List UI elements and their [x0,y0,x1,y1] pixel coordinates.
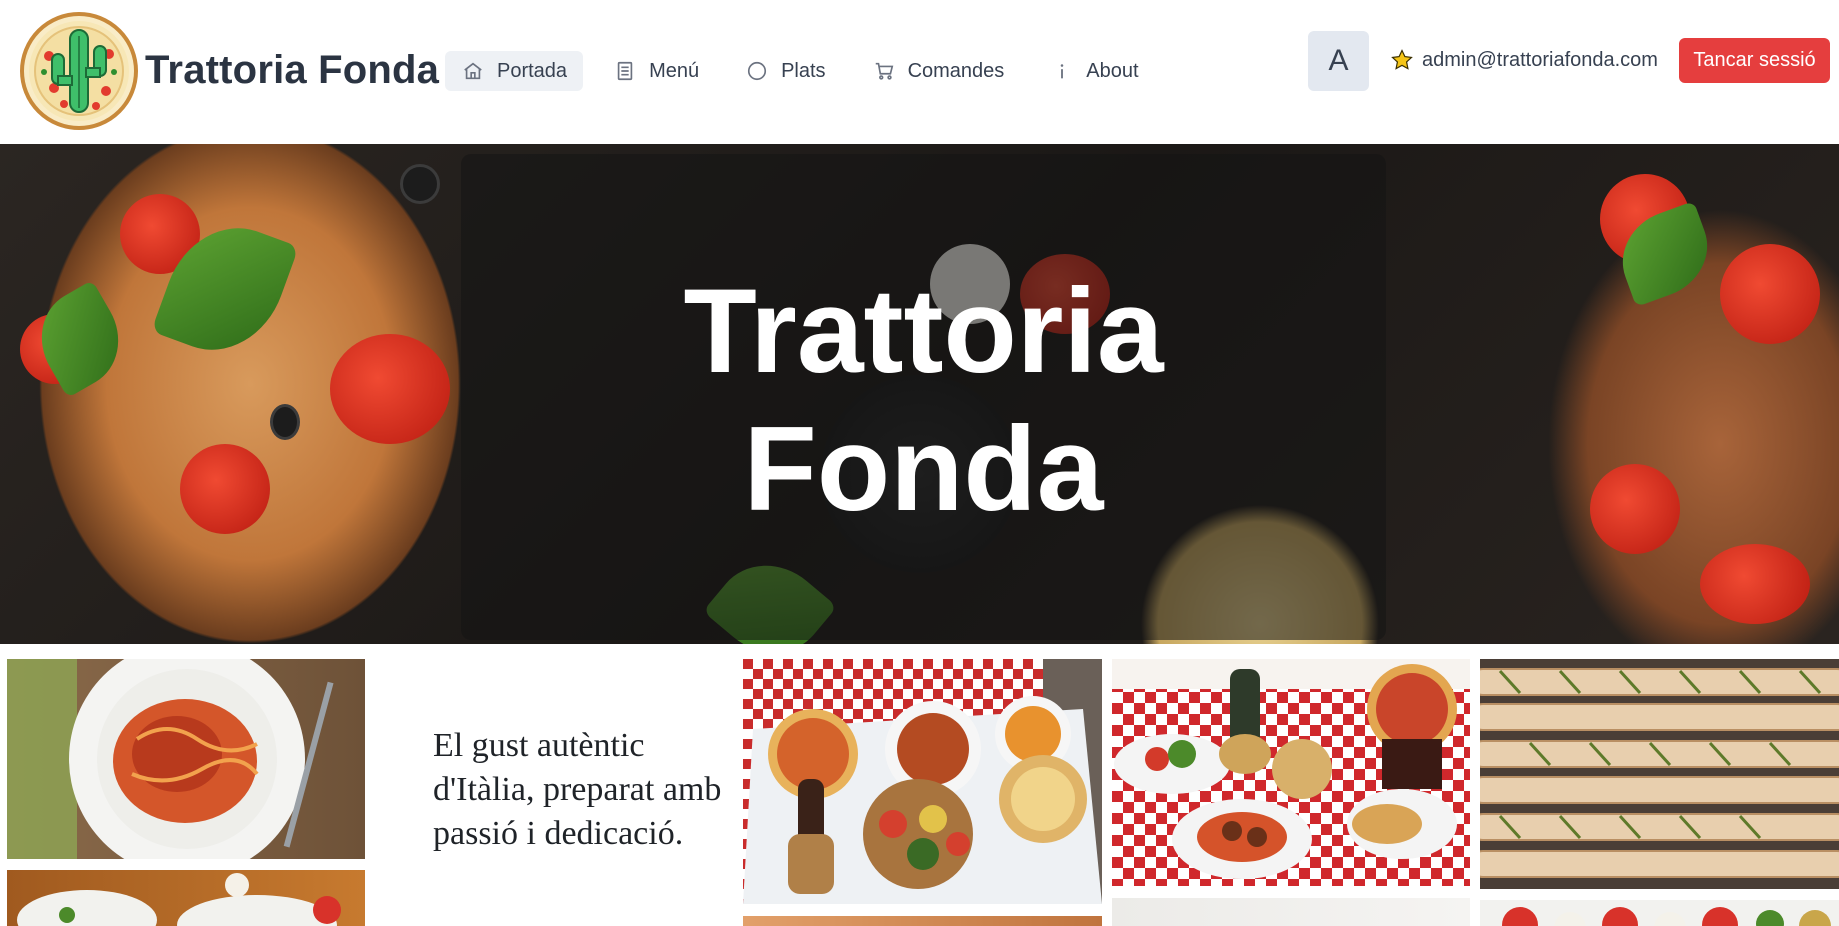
pasta-dish-photo [743,916,1102,926]
nav-label: Portada [497,59,568,82]
nav-item-menu[interactable]: Menú [597,51,715,91]
avatar[interactable]: A [1308,31,1369,91]
olive-decoration [400,164,440,204]
brand-title[interactable]: Trattoria Fonda [145,48,439,93]
tomato-decoration [1590,464,1680,554]
nav-item-portada[interactable]: Portada [445,51,584,91]
logout-button[interactable]: Tancar sessió [1679,38,1830,83]
spaghetti-bolognese-photo [7,659,365,859]
caprese-salad-photo [1480,900,1839,926]
circle-icon [745,59,769,83]
nav-label: About [1086,59,1139,82]
tagline: El gust autèntic d'Itàlia, preparat amb … [433,727,722,852]
tomato-decoration [180,444,270,534]
star-icon [1390,48,1414,72]
nav-label: Menú [649,59,700,82]
home-icon [461,59,485,83]
nav-item-plats[interactable]: Plats [729,51,841,91]
checkered-tablecloth-dinner-photo [1112,659,1470,886]
olive-decoration [270,404,300,440]
tomato-decoration [330,334,450,444]
user-email: admin@trattoriafonda.com [1422,48,1658,71]
italian-feast-table-photo [743,659,1102,904]
hero-banner: Trattoria Fonda [0,144,1839,644]
main-nav: Portada Menú Plats Comandes About [445,51,1169,91]
hero-title: Trattoria Fonda [683,264,1164,536]
tomato-decoration [1720,244,1820,344]
info-icon [1050,59,1074,83]
marble-background-photo [1112,898,1470,926]
breadsticks-photo [1480,659,1839,889]
logo-icon[interactable] [20,12,138,130]
nav-label: Plats [781,59,826,82]
user-info: admin@trattoriafonda.com [1390,48,1658,72]
italian-ingredients-photo [7,870,365,926]
nav-item-comandes[interactable]: Comandes [856,51,1021,91]
document-icon [613,59,637,83]
nav-item-about[interactable]: About [1034,51,1154,91]
site-header: Trattoria Fonda Portada Menú Plats Coman… [0,0,1839,144]
gallery: El gust autèntic d'Itàlia, preparat amb … [0,644,1839,926]
tomato-decoration [1700,544,1810,624]
cart-icon [872,59,896,83]
nav-label: Comandes [907,59,1005,82]
